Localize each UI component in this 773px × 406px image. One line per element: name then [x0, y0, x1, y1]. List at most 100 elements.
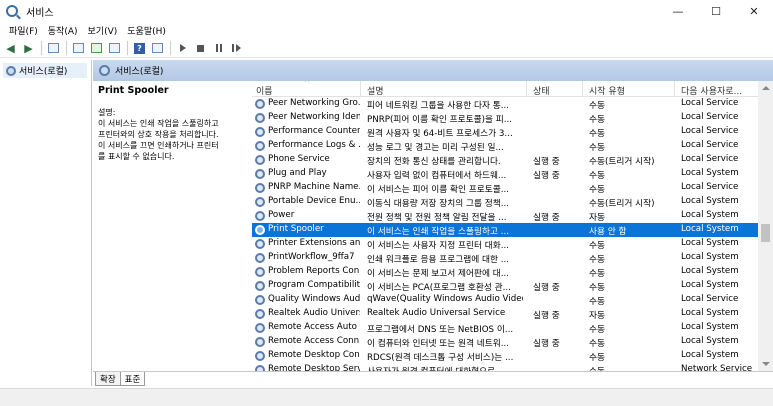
- column-header-name[interactable]: 이름: [256, 84, 273, 97]
- menu-help[interactable]: 도움말(H): [122, 24, 171, 37]
- cell-description: 원격 사용자 및 64-비트 프로세스가 3...: [367, 129, 513, 139]
- cell-description: 피어 네트워킹 그룹을 사용한 다자 통...: [367, 101, 509, 111]
- cell-name: Power: [268, 210, 295, 220]
- minimize-button[interactable]: —: [659, 0, 697, 22]
- start-service-icon[interactable]: [175, 41, 190, 56]
- cell-startup-type: 자동: [589, 311, 605, 321]
- table-row[interactable]: Problem Reports Con... 이 서비스는 문제 보고서 제어판에…: [252, 265, 758, 279]
- services-gear-icon: [6, 65, 16, 76]
- column-header-status[interactable]: 상태: [533, 84, 550, 97]
- services-app-icon: [6, 5, 18, 17]
- cell-log-on-as: Local System: [681, 350, 739, 360]
- view-icon[interactable]: [150, 41, 165, 56]
- table-row[interactable]: Print Spooler 이 서비스는 인쇄 작업을 스풀링하고 ... 사용 안…: [252, 223, 758, 237]
- cell-log-on-as: Local Service: [681, 140, 739, 150]
- table-row[interactable]: Remote Desktop Con... RDCS(원격 데스크톱 구성 서비스…: [252, 349, 758, 363]
- show-hide-tree-icon[interactable]: [46, 41, 61, 56]
- table-row[interactable]: Remote Access Auto ... 프로그램에서 DNS 또는 NetB…: [252, 321, 758, 335]
- cell-log-on-as: Local System: [681, 238, 739, 248]
- cell-description: 프로그램에서 DNS 또는 NetBIOS 이...: [367, 325, 514, 335]
- pane-header-title: 서비스(로컬): [115, 67, 164, 77]
- cell-startup-type: 수동: [589, 101, 605, 111]
- table-row[interactable]: PNRP Machine Name... 이 서비스는 피어 이름 확인 프로토콜…: [252, 181, 758, 195]
- forward-icon[interactable]: ▶: [21, 41, 36, 56]
- export-list-icon[interactable]: [107, 41, 122, 56]
- table-row[interactable]: Quality Windows Aud... qWave(Quality Wind…: [252, 293, 758, 307]
- status-bar: [0, 388, 773, 406]
- close-button[interactable]: ✕: [735, 0, 773, 22]
- table-row[interactable]: Plug and Play 사용자 입력 없이 컴퓨터에서 하드웨... 실행 중 수…: [252, 167, 758, 181]
- title-bar: 서비스 — ☐ ✕: [0, 0, 773, 22]
- pause-service-icon[interactable]: [211, 41, 226, 56]
- cell-status: 실행 중: [533, 213, 560, 223]
- cell-name: Performance Logs & ...: [268, 140, 360, 150]
- cell-log-on-as: Local System: [681, 168, 739, 178]
- cell-status: 실행 중: [533, 339, 560, 349]
- column-header-startup-type[interactable]: 시작 유형: [589, 84, 625, 97]
- cell-description: RDCS(원격 데스크톱 구성 서비스)는 ...: [367, 353, 514, 363]
- tab-extended[interactable]: 확장: [95, 372, 121, 386]
- cell-name: Remote Desktop Serv...: [268, 364, 360, 371]
- tab-standard[interactable]: 표준: [119, 372, 146, 386]
- cell-log-on-as: Local System: [681, 196, 739, 206]
- table-row[interactable]: Phone Service 장치의 전화 통신 상태를 관리합니다. 실행 중 수동(…: [252, 153, 758, 167]
- toolbar: ◀ ▶ ?: [0, 39, 773, 58]
- menu-file[interactable]: 파일(F): [4, 24, 43, 37]
- back-icon[interactable]: ◀: [3, 41, 18, 56]
- table-row[interactable]: Remote Desktop Serv... 사용자가 원격 컴퓨터에 대화형으로…: [252, 363, 758, 371]
- table-header: ^ 이름 설명 상태 시작 유형 다음 사용자로...: [252, 81, 758, 97]
- menu-action[interactable]: 동작(A): [43, 24, 83, 37]
- cell-description: 이 컴퓨터와 인터넷 또는 원격 네트워...: [367, 339, 509, 349]
- maximize-button[interactable]: ☐: [697, 0, 735, 22]
- table-row[interactable]: PrintWorkflow_9ffa7 인쇄 워크플로 응용 프로그램에 대한 .…: [252, 251, 758, 265]
- column-header-description[interactable]: 설명: [367, 84, 384, 97]
- cell-description: 장치의 전화 통신 상태를 관리합니다.: [367, 157, 501, 167]
- service-gear-icon: [255, 155, 265, 165]
- table-row[interactable]: Peer Networking Iden... PNRP(피어 이름 확인 프로토…: [252, 111, 758, 125]
- stop-service-icon[interactable]: [193, 41, 208, 56]
- cell-name: Program Compatibilit...: [268, 280, 360, 290]
- refresh-icon[interactable]: [89, 41, 104, 56]
- cell-log-on-as: Local System: [681, 224, 739, 234]
- cell-startup-type: 수동: [589, 255, 605, 265]
- table-row[interactable]: Printer Extensions an... 이 서비스는 사용자 지정 프린…: [252, 237, 758, 251]
- cell-name: Remote Access Auto ...: [268, 322, 360, 332]
- table-row[interactable]: Performance Logs & ... 성능 로그 및 경고는 미리 구성된…: [252, 139, 758, 153]
- cell-name: PrintWorkflow_9ffa7: [268, 252, 355, 262]
- table-row[interactable]: Power 전원 정책 및 전원 정책 알림 전달을 ... 실행 중 자동 Local…: [252, 209, 758, 223]
- cell-name: Remote Access Conn...: [268, 336, 360, 346]
- cell-startup-type: 수동: [589, 115, 605, 125]
- toolbar-divider: [127, 41, 128, 55]
- cell-startup-type: 수동: [589, 241, 605, 251]
- service-gear-icon: [255, 267, 265, 277]
- service-gear-icon: [255, 295, 265, 305]
- table-row[interactable]: Remote Access Conn... 이 컴퓨터와 인터넷 또는 원격 네트…: [252, 335, 758, 349]
- table-row[interactable]: Performance Counter... 원격 사용자 및 64-비트 프로세…: [252, 125, 758, 139]
- help-icon[interactable]: ?: [132, 41, 147, 56]
- cell-name: Realtek Audio Univers...: [268, 308, 360, 318]
- service-gear-icon: [255, 169, 265, 179]
- tree-item-services-local[interactable]: 서비스(로컬): [3, 63, 87, 78]
- cell-name: Printer Extensions an...: [268, 238, 360, 248]
- restart-service-icon[interactable]: [229, 41, 244, 56]
- table-row[interactable]: Portable Device Enu... 이동식 대용량 저장 장치의 그룹 …: [252, 195, 758, 209]
- console-tree: 서비스(로컬): [0, 60, 92, 386]
- service-gear-icon: [255, 113, 265, 123]
- cell-description: 이 서비스는 문제 보고서 제어판에 대...: [367, 269, 509, 279]
- table-row[interactable]: Peer Networking Gro... 피어 네트워킹 그룹을 사용한 다자…: [252, 97, 758, 111]
- properties-icon[interactable]: [71, 41, 86, 56]
- cell-startup-type: 수동: [589, 269, 605, 279]
- scroll-up-icon[interactable]: [762, 86, 770, 90]
- table-row[interactable]: Program Compatibilit... 이 서비스는 PCA(프로그램 호…: [252, 279, 758, 293]
- cell-description: Realtek Audio Universal Service: [367, 308, 506, 318]
- cell-startup-type: 수동: [589, 297, 605, 307]
- table-row[interactable]: Realtek Audio Univers... Realtek Audio Un…: [252, 307, 758, 321]
- cell-name: Performance Counter...: [268, 126, 360, 136]
- cell-name: Problem Reports Con...: [268, 266, 360, 276]
- cell-startup-type: 수동(트리거 시작): [589, 157, 655, 167]
- menu-view[interactable]: 보기(V): [83, 24, 123, 37]
- column-header-log-on-as[interactable]: 다음 사용자로...: [681, 84, 742, 97]
- vertical-scrollbar[interactable]: [758, 81, 773, 371]
- scrollbar-thumb[interactable]: [761, 224, 770, 242]
- scroll-down-icon[interactable]: [762, 362, 770, 366]
